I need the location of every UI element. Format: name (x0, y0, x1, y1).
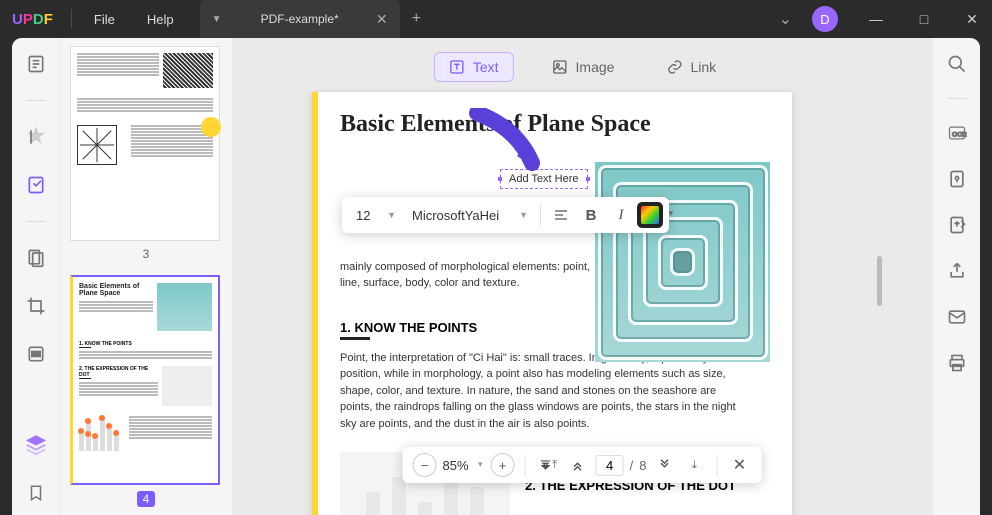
thumbnail-page-3[interactable] (70, 46, 220, 241)
tab-dropdown-icon[interactable]: ▼ (212, 14, 222, 25)
close-button[interactable]: ✕ (952, 0, 992, 38)
protect-icon[interactable] (945, 167, 969, 191)
menu-file[interactable]: File (78, 12, 131, 27)
edit-text-button[interactable]: Text (434, 52, 514, 82)
thumbnail-number-3: 3 (70, 247, 222, 261)
page-separator: / (630, 458, 634, 473)
scrollbar[interactable] (877, 256, 882, 306)
zoom-select[interactable]: 85% (443, 458, 485, 473)
comment-tool-icon[interactable] (24, 125, 48, 149)
format-toolbar: 12▼ MicrosoftYaHei▼ B I (342, 197, 669, 233)
svg-text:OCR: OCR (952, 131, 967, 138)
edit-tool-icon[interactable] (24, 173, 48, 197)
chevron-down-icon[interactable]: ⌄ (779, 9, 792, 29)
first-page-button[interactable]: ⤒ (536, 453, 560, 477)
italic-button[interactable]: I (607, 201, 635, 229)
crop-tool-icon[interactable] (24, 294, 48, 318)
ocr-icon[interactable]: OCR (945, 121, 969, 145)
page-navigation: − 85% + ⤒ / 8 ⤓ ✕ (403, 447, 762, 483)
page-intro-text: mainly composed of morphological element… (340, 259, 600, 292)
export-icon[interactable] (945, 213, 969, 237)
bookmark-icon[interactable] (24, 481, 48, 505)
tab-close-icon[interactable]: ✕ (376, 11, 388, 28)
font-size-select[interactable]: 12▼ (348, 204, 402, 227)
arrow-pointer (467, 108, 557, 188)
thumbnail-page-4[interactable]: Basic Elements of Plane Space 1. KNOW TH… (70, 275, 220, 485)
app-logo: UPDF (0, 11, 65, 28)
tab-add-icon[interactable]: + (412, 10, 421, 28)
reader-tool-icon[interactable] (24, 52, 48, 76)
close-nav-button[interactable]: ✕ (727, 453, 751, 477)
thumbnail-number-4: 4 (137, 491, 156, 507)
share-icon[interactable] (945, 259, 969, 283)
bold-button[interactable]: B (577, 201, 605, 229)
email-icon[interactable] (945, 305, 969, 329)
page-total: 8 (639, 458, 646, 473)
page-paragraph-1: Point, the interpretation of "Ci Hai" is… (340, 350, 750, 433)
menu-help[interactable]: Help (131, 12, 190, 27)
zoom-out-button[interactable]: − (413, 453, 437, 477)
organize-tool-icon[interactable] (24, 246, 48, 270)
zoom-in-button[interactable]: + (491, 453, 515, 477)
layers-icon[interactable] (24, 433, 48, 457)
edit-image-button[interactable]: Image (538, 52, 629, 82)
page-image[interactable] (595, 162, 770, 362)
document-tab[interactable]: ▼ PDF-example* ✕ (200, 0, 400, 38)
redact-tool-icon[interactable] (24, 342, 48, 366)
minimize-button[interactable]: — (856, 0, 896, 38)
page-number-input[interactable] (596, 455, 624, 476)
search-icon[interactable] (945, 52, 969, 76)
print-icon[interactable] (945, 351, 969, 375)
last-page-button[interactable]: ⤓ (682, 453, 706, 477)
next-page-button[interactable] (652, 453, 676, 477)
color-picker[interactable] (637, 202, 663, 228)
thumbnail-panel[interactable]: 3 Basic Elements of Plane Space 1. KNOW … (60, 38, 232, 515)
align-button[interactable] (547, 201, 575, 229)
tab-title: PDF-example* (231, 12, 367, 26)
edit-link-button[interactable]: Link (652, 52, 730, 82)
prev-page-button[interactable] (566, 453, 590, 477)
user-avatar[interactable]: D (812, 6, 838, 32)
maximize-button[interactable]: □ (904, 0, 944, 38)
font-family-select[interactable]: MicrosoftYaHei▼ (404, 204, 534, 227)
